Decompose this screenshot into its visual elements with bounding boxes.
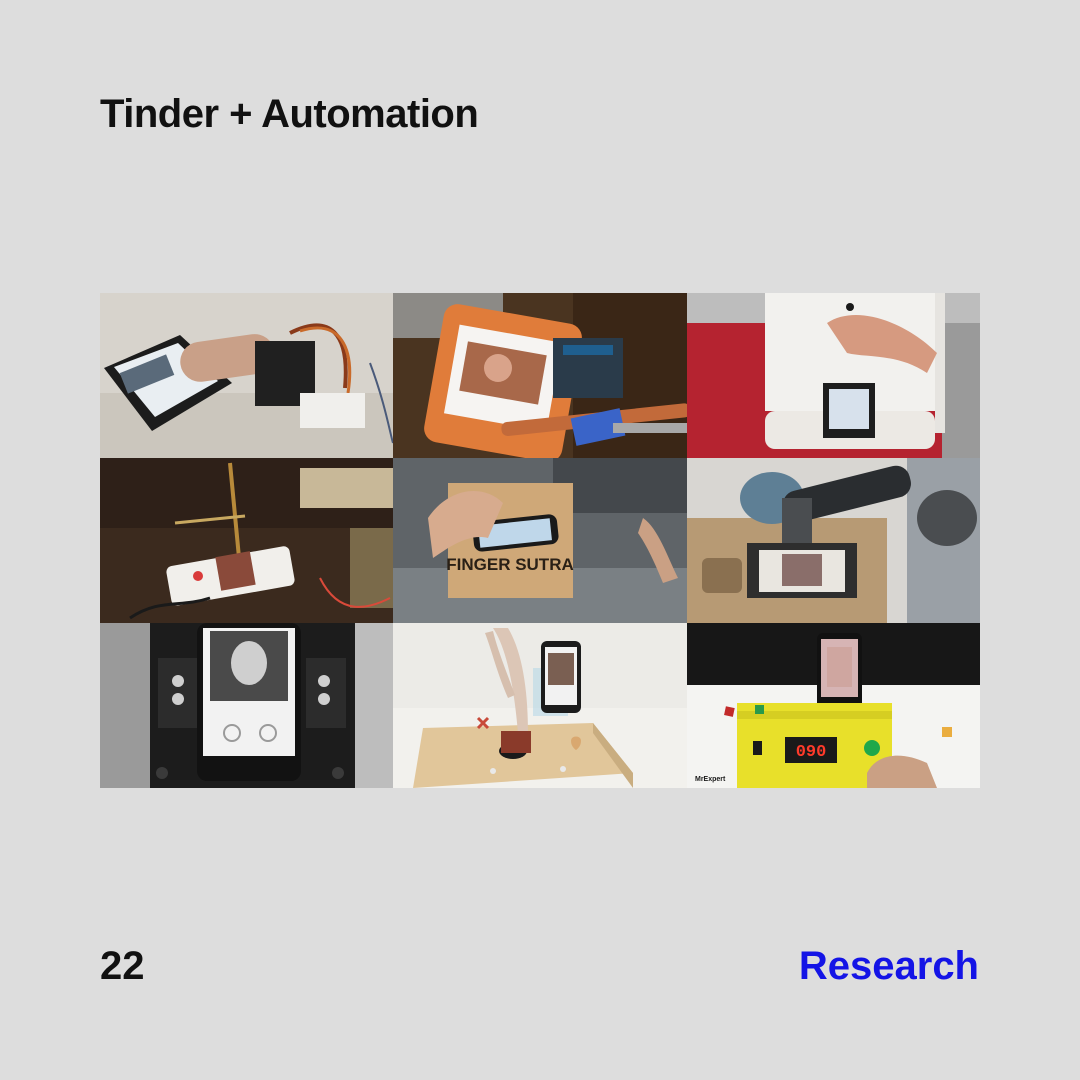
yellow-box-counter-photo: 090 MrExpert (687, 623, 980, 788)
photo-grid: FINGER SUTRA 090 MrExpert (100, 293, 980, 788)
stylus-arduino-swiper-photo (393, 293, 687, 458)
page-title: Tinder + Automation (100, 92, 479, 136)
silicone-finger-servo-photo (100, 293, 393, 458)
section-label: Research (798, 944, 979, 988)
finger-sutra-box-photo: FINGER SUTRA (393, 458, 687, 623)
white-stand-finger-photo (687, 293, 980, 458)
page-number: 22 (100, 944, 145, 988)
grayscale-phone-rig-photo (100, 623, 393, 788)
pen-plotter-swiper-photo (100, 458, 393, 623)
counter-readout: 090 (796, 743, 827, 762)
watermark: MrExpert (695, 776, 726, 783)
finger-sutra-box-label: FINGER SUTRA (446, 555, 574, 574)
robot-arm-swiper-photo (687, 458, 980, 623)
mannequin-hand-swiper-photo (393, 623, 687, 788)
